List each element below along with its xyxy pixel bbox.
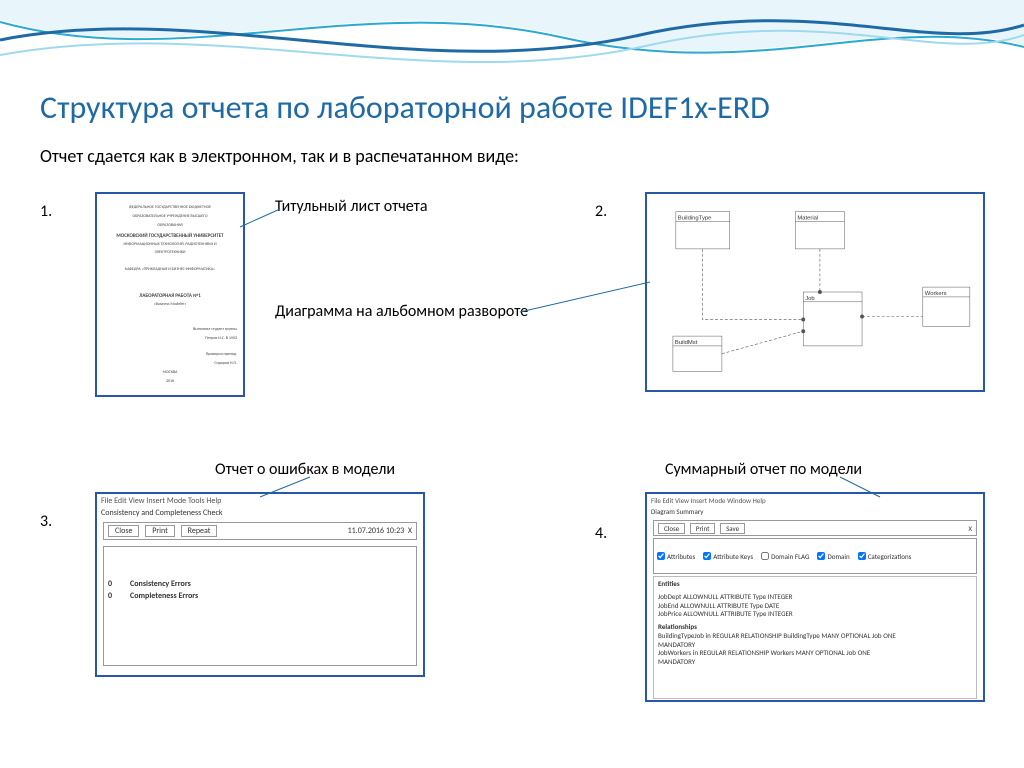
t1-line: ЛАБОРАТОРНАЯ РАБОТА №1 [139,293,201,299]
t4-title: Diagram Summary [647,507,983,518]
item-number-1: 1. [40,202,52,221]
svg-text:Material: Material [797,216,818,222]
item-number-2: 2. [595,202,607,221]
item-number-3: 3. [40,512,52,531]
t4-body: Entities JobDept ALLOWNULL ATTRIBUTE Typ… [653,576,977,699]
slide-title: Структура отчета по лабораторной работе … [40,90,984,125]
thumb-summary-report: File Edit View Insert Mode Window Help D… [645,492,985,702]
items-area: 1. 2. 3. 4. Титульный лист отчета Диагра… [40,192,984,712]
t1-line: ОБРАЗОВАНИЯ [157,224,182,229]
svg-text:BuildMst: BuildMst [675,340,698,346]
t3-timestamp: 11.07.2016 10:23 X [348,526,412,536]
label-summary: Суммарный отчет по модели [665,460,862,479]
t1-line: ЭЛЕКТРОТЕХНИКИ [155,251,186,256]
t1-line: ИНФОРМАЦИОННЫХ ТЕХНОЛОГИЙ, РАДИОТЕХНИКИ … [123,243,216,248]
svg-text:Workers: Workers [925,291,947,297]
slide-subtitle: Отчет сдается как в электронном, так и в… [40,145,984,167]
t3-menubar: File Edit View Insert Mode Tools Help [97,494,423,508]
t4-close-button: Close [658,523,685,534]
label-diagram: Диаграмма на альбомном развороте [275,302,528,321]
decorative-wave [0,0,1024,90]
svg-text:BuildingType: BuildingType [678,216,712,222]
t4-save-button: Save [720,523,745,534]
t1-line: Выполнил студент группы [193,328,237,333]
label-errors: Отчет о ошибках в модели [215,460,395,479]
thumb-title-page: ФЕДЕРАЛЬНОЕ ГОСУДАРСТВЕННОЕ БЮДЖЕТНОЕ ОБ… [95,192,245,397]
item-number-4: 4. [595,524,607,543]
t1-line: КАФЕДРА «ПРИКЛАДНАЯ И БИЗНЕС-ИНФОРМАТИКА… [125,268,215,273]
t1-line: 2016 [166,380,174,385]
t1-line: Проверил препод. [206,353,237,358]
t1-line: ОБРАЗОВАТЕЛЬНОЕ УЧРЕЖДЕНИЕ ВЫСШЕГО [132,215,207,220]
t3-close-button: Close [108,525,139,537]
t1-line: Петров И.С. В 1903 [205,337,237,342]
t1-line: Сидоров Н.П. [214,362,237,367]
t1-line: ФЕДЕРАЛЬНОЕ ГОСУДАРСТВЕННОЕ БЮДЖЕТНОЕ [129,206,211,211]
t1-line: МОСКОВСКИЙ ГОСУДАРСТВЕННЫЙ УНИВЕРСИТЕТ [116,233,223,239]
t4-options: Attributes Attribute Keys Domain FLAG Do… [653,538,977,574]
t4-menubar: File Edit View Insert Mode Window Help [647,494,983,507]
t1-line: «Business Modeler» [154,303,187,308]
t4-print-button: Print [690,523,716,534]
t4-buttons: Close Print Save [658,523,748,534]
thumb-er-diagram: BuildingType Material Job Workers BuildM… [645,192,985,392]
label-title-page: Титульный лист отчета [275,197,428,216]
t3-print-button: Print [145,525,175,537]
t3-title: Consistency and Completeness Check [97,508,423,520]
thumb-errors-report: File Edit View Insert Mode Tools Help Co… [95,492,425,677]
t3-buttons: Close Print Repeat [108,525,221,537]
t3-repeat-button: Repeat [181,525,218,537]
t4-close-x: X [968,524,972,533]
t3-body: 0Consistency Errors 0Completeness Errors [103,546,417,666]
svg-text:Job: Job [805,296,815,302]
t1-line: МОСКВА [163,371,178,376]
